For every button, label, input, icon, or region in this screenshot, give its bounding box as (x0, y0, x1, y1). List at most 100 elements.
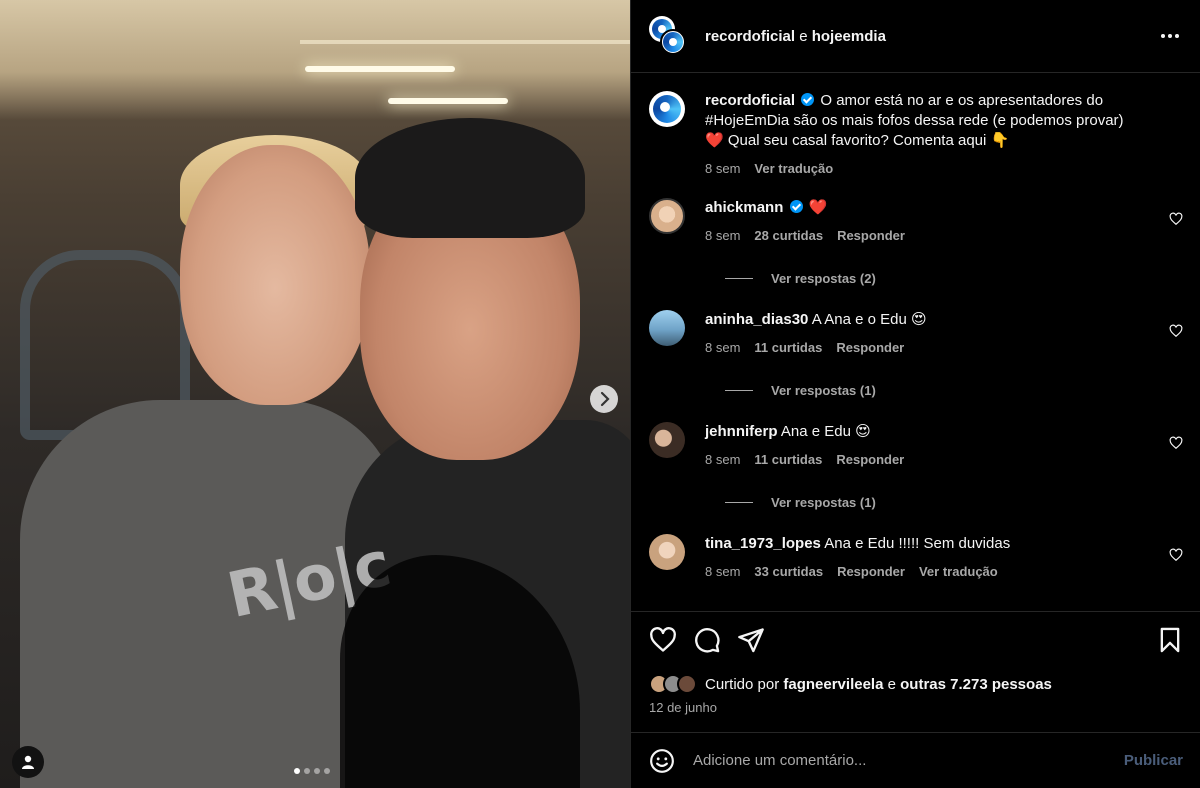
avatar[interactable] (649, 422, 685, 458)
caption-line: O amor está no ar e os apresentadores do (820, 92, 1104, 109)
comment: tina_1973_lopes Ana e Edu !!!!! Sem duvi… (649, 534, 1184, 579)
reply-button[interactable]: Responder (836, 452, 904, 467)
man-hair (355, 118, 585, 238)
action-icons (649, 626, 1184, 654)
caption-username[interactable]: recordoficial (705, 92, 795, 109)
caption-time: 8 sem (705, 161, 741, 176)
comment-time: 8 sem (705, 340, 741, 355)
comment-time: 8 sem (705, 228, 741, 243)
caption-line: #HojeEmDia são os mais fofos dessa rede … (705, 112, 1124, 129)
reply-button[interactable]: Responder (837, 228, 905, 243)
carousel-dot (304, 768, 310, 774)
avatar[interactable] (649, 534, 685, 570)
carousel-dot (314, 768, 320, 774)
comment-username[interactable]: ahickmann (705, 199, 783, 216)
liker-username[interactable]: fagneervileela (783, 676, 883, 693)
ceiling-beam (300, 40, 630, 44)
comment-likes[interactable]: 33 curtidas (754, 564, 823, 579)
view-replies-button[interactable]: Ver respostas (1) (725, 495, 1184, 510)
like-comment-heart-icon[interactable] (1168, 212, 1184, 226)
avatar (677, 674, 697, 694)
comment-body: ❤️ (808, 199, 828, 216)
caption-line: Qual seu casal favorito? Comenta aqui (727, 132, 987, 149)
post-actions: Curtido por fagneervileela e outras 7.27… (631, 611, 1200, 729)
liker-avatars (649, 674, 697, 694)
comment-meta: 8 sem 11 curtidas Responder (705, 340, 1158, 355)
comment-username[interactable]: tina_1973_lopes (705, 535, 821, 552)
verified-badge-icon (789, 200, 803, 213)
avatar[interactable] (649, 91, 685, 127)
liked-joiner: e (887, 675, 896, 693)
view-replies-button[interactable]: Ver respostas (1) (725, 383, 1184, 398)
likes-summary[interactable]: Curtido por fagneervileela e outras 7.27… (649, 674, 1184, 694)
author-link[interactable]: recordoficial (705, 28, 795, 45)
verified-badge-icon (801, 93, 815, 106)
post-side-panel: recordoficial e hojeemdia recordoficial … (630, 0, 1200, 788)
comment-text: jehnniferp Ana e Edu 😍 (705, 422, 1158, 442)
comment: aninha_dias30 A Ana e o Edu 😍 8 sem 11 c… (649, 310, 1184, 398)
more-dot (1175, 34, 1179, 38)
like-comment-heart-icon[interactable] (1168, 548, 1184, 562)
view-replies-button[interactable]: Ver respostas (2) (725, 271, 1184, 286)
save-bookmark-icon[interactable] (1156, 626, 1184, 654)
chevron-right-icon (600, 391, 610, 407)
post-date: 12 de junho (649, 700, 717, 715)
heart-emoji: ❤️ (705, 132, 724, 149)
carousel-dot (294, 768, 300, 774)
comment-input[interactable] (693, 752, 1124, 769)
woman-face (180, 145, 370, 405)
comment-time: 8 sem (705, 564, 741, 579)
reply-button[interactable]: Responder (837, 564, 905, 579)
comment-likes[interactable]: 28 curtidas (754, 228, 823, 243)
carousel-indicator (294, 768, 330, 774)
post-authors: recordoficial e hojeemdia (705, 28, 1156, 45)
translate-link[interactable]: Ver tradução (919, 564, 998, 579)
pointing-down-emoji: 👇 (990, 132, 1010, 149)
ceiling-light (305, 66, 455, 72)
more-dot (1161, 34, 1165, 38)
avatar[interactable] (649, 310, 685, 346)
reply-button[interactable]: Responder (836, 340, 904, 355)
comment-username[interactable]: aninha_dias30 (705, 311, 808, 328)
comment-likes[interactable]: 11 curtidas (754, 340, 822, 355)
post-image[interactable]: R|o|c (0, 0, 630, 788)
gym-ceiling (0, 0, 630, 120)
tagged-users-button[interactable] (12, 746, 44, 778)
avatar[interactable] (649, 198, 685, 234)
like-comment-heart-icon[interactable] (1168, 436, 1184, 450)
translate-link[interactable]: Ver tradução (754, 161, 833, 176)
comment-body: Ana e Edu !!!!! Sem duvidas (824, 535, 1011, 552)
comment-likes[interactable]: 11 curtidas (754, 452, 822, 467)
comment-composer: Publicar (631, 732, 1200, 788)
comment-text: aninha_dias30 A Ana e o Edu 😍 (705, 310, 1158, 330)
comment-bubble-icon[interactable] (693, 626, 721, 654)
publish-button[interactable]: Publicar (1124, 752, 1183, 769)
caption-text: recordoficial O amor está no ar e os apr… (705, 91, 1184, 151)
like-comment-heart-icon[interactable] (1168, 324, 1184, 338)
comment: jehnniferp Ana e Edu 😍 8 sem 11 curtidas… (649, 422, 1184, 510)
collab-avatars[interactable] (649, 16, 687, 56)
author-joiner: e (799, 27, 808, 45)
like-heart-icon[interactable] (649, 626, 677, 654)
liked-prefix: Curtido por (705, 675, 780, 693)
post-header: recordoficial e hojeemdia (631, 0, 1200, 73)
avatar (660, 29, 686, 55)
comment-body: A Ana e o Edu 😍 (811, 311, 927, 328)
comment-body: Ana e Edu 😍 (780, 423, 871, 440)
emoji-smiley-icon[interactable] (649, 748, 675, 774)
more-dot (1168, 34, 1172, 38)
post-caption: recordoficial O amor está no ar e os apr… (649, 91, 1184, 176)
comment-meta: 8 sem 33 curtidas Responder Ver tradução (705, 564, 1158, 579)
caption-meta: 8 sem Ver tradução (705, 161, 1184, 176)
comment: ahickmann ❤️ 8 sem 28 curtidas Responder… (649, 198, 1184, 286)
comment-time: 8 sem (705, 452, 741, 467)
liked-others[interactable]: outras 7.273 pessoas (900, 676, 1052, 693)
more-options-button[interactable] (1156, 22, 1184, 50)
comment-text: ahickmann ❤️ (705, 198, 1158, 218)
share-paper-plane-icon[interactable] (737, 626, 765, 654)
carousel-next-button[interactable] (590, 385, 618, 413)
author-link[interactable]: hojeemdia (812, 28, 886, 45)
comment-username[interactable]: jehnniferp (705, 423, 778, 440)
carousel-dot (324, 768, 330, 774)
comments-section[interactable]: recordoficial O amor está no ar e os apr… (631, 73, 1200, 611)
